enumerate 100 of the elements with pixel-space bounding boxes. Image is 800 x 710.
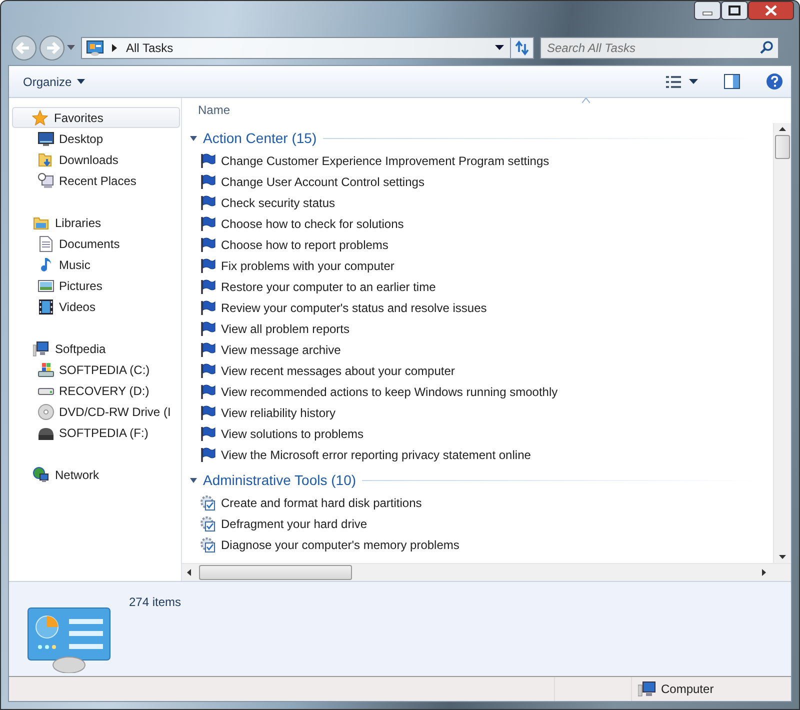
refresh-icon[interactable] (510, 36, 534, 58)
music-note-icon (38, 256, 54, 272)
task-link[interactable]: Review your computer's status and resolve issues (190, 297, 773, 318)
task-link[interactable]: View the Microsoft error reporting privacy statement online (190, 444, 773, 465)
scroll-thumb[interactable] (199, 565, 352, 580)
search-icon[interactable] (760, 40, 773, 54)
computer-icon (638, 681, 656, 697)
chevron-icon[interactable] (112, 44, 118, 52)
sidebar-item[interactable]: Music (9, 254, 181, 275)
organize-button[interactable]: Organize (19, 72, 89, 90)
view-list-icon[interactable] (666, 76, 681, 88)
flag-icon (200, 300, 216, 316)
scroll-down-icon[interactable] (779, 555, 786, 559)
task-link[interactable]: Choose how to check for solutions (190, 213, 773, 234)
sidebar-item[interactable]: SOFTPEDIA (F:) (9, 422, 181, 443)
task-link[interactable]: Fix problems with your computer (190, 255, 773, 276)
task-link[interactable]: Change User Account Control settings (190, 171, 773, 192)
help-icon[interactable] (766, 73, 783, 90)
task-link[interactable]: Defragment your hard drive (190, 513, 773, 534)
document-icon (38, 236, 54, 252)
flag-icon (200, 194, 216, 210)
flag-icon (200, 404, 216, 420)
maximize-icon[interactable] (721, 1, 748, 20)
control-panel-icon (27, 607, 113, 673)
task-link[interactable]: Create and format hard disk partitions (190, 492, 773, 513)
flag-icon (200, 342, 216, 358)
address-path[interactable]: All Tasks (126, 40, 174, 54)
dropdown-arrow-icon[interactable] (495, 44, 504, 50)
flag-icon (200, 362, 216, 378)
drive-icon (38, 362, 54, 378)
task-link[interactable]: Check security status (190, 192, 773, 213)
address-bar[interactable]: All Tasks (81, 36, 511, 58)
location-label: Computer (661, 682, 714, 696)
item-count: 274 items (129, 595, 182, 609)
task-link[interactable]: Choose how to report problems (190, 234, 773, 255)
flag-icon (200, 384, 216, 400)
folder-icon (33, 214, 49, 230)
monitor-icon (38, 130, 54, 146)
flag-icon (200, 320, 216, 336)
sidebar-item[interactable]: Pictures (9, 275, 181, 296)
vertical-scrollbar[interactable] (773, 123, 791, 563)
scroll-up-icon[interactable] (779, 127, 786, 131)
sidebar-item[interactable]: Downloads (9, 149, 181, 170)
scroll-thumb[interactable] (775, 135, 790, 159)
task-link[interactable]: View solutions to problems (190, 423, 773, 444)
network-icon (33, 466, 49, 482)
flag-icon (200, 258, 216, 274)
control-panel-icon (86, 40, 104, 56)
disc-icon (38, 404, 54, 420)
sidebar-item[interactable]: Network (12, 464, 180, 485)
task-link[interactable]: Restore your computer to an earlier time (190, 276, 773, 297)
horizontal-scrollbar[interactable] (182, 563, 791, 581)
close-icon[interactable] (748, 1, 794, 20)
sidebar-item[interactable]: Favorites (12, 107, 180, 128)
gear-icon (200, 516, 216, 532)
sidebar-item[interactable]: DVD/CD-RW Drive (I (9, 401, 181, 422)
task-link[interactable]: View recommended actions to keep Windows running smoothly (190, 381, 773, 402)
gear-icon (200, 494, 216, 510)
scroll-left-icon[interactable] (187, 569, 191, 576)
film-icon (38, 298, 54, 314)
collapse-arrow-icon[interactable] (190, 134, 197, 142)
task-link[interactable]: View all problem reports (190, 318, 773, 339)
task-link[interactable]: View recent messages about your computer (190, 360, 773, 381)
back-icon[interactable] (11, 34, 39, 60)
task-link[interactable]: View message archive (190, 339, 773, 360)
sidebar-item[interactable]: Softpedia (12, 338, 180, 359)
sidebar-item[interactable]: Libraries (12, 212, 180, 233)
sidebar-item[interactable]: RECOVERY (D:) (9, 380, 181, 401)
group-title[interactable]: Administrative Tools (10) (203, 472, 356, 488)
flag-icon (200, 278, 216, 294)
scroll-right-icon[interactable] (762, 569, 766, 576)
minimize-icon[interactable] (694, 1, 721, 20)
gear-icon (200, 536, 216, 552)
caret-icon (76, 79, 85, 84)
preview-pane-icon[interactable] (724, 74, 740, 89)
recent-places-icon (38, 172, 54, 188)
sidebar-item[interactable]: Desktop (9, 128, 181, 149)
flag-icon (200, 426, 216, 442)
computer-icon (33, 340, 49, 356)
sidebar-item[interactable]: SOFTPEDIA (C:) (9, 359, 181, 380)
collapse-arrow-icon[interactable] (190, 476, 197, 484)
task-link[interactable]: Change Customer Experience Improvement Program settings (190, 150, 773, 171)
task-link[interactable]: Diagnose your computer's memory problems (190, 534, 773, 555)
caret-icon[interactable] (689, 79, 698, 84)
flag-icon (200, 236, 216, 252)
task-link[interactable]: View reliability history (190, 402, 773, 423)
flag-icon (200, 446, 216, 462)
flag-icon (200, 152, 216, 168)
flag-icon (200, 174, 216, 190)
picture-icon (38, 278, 54, 294)
group-title[interactable]: Action Center (15) (203, 130, 317, 146)
folder-icon (38, 152, 54, 168)
flag-icon (200, 216, 216, 232)
star-icon (32, 110, 48, 126)
sidebar-item[interactable]: Recent Places (9, 170, 181, 191)
name-column-header[interactable]: Name (192, 103, 236, 117)
sidebar-item[interactable]: Documents (9, 233, 181, 254)
forward-icon[interactable] (39, 34, 67, 60)
sidebar-item[interactable]: Videos (9, 296, 181, 317)
search-field[interactable]: Search All Tasks (540, 36, 779, 58)
